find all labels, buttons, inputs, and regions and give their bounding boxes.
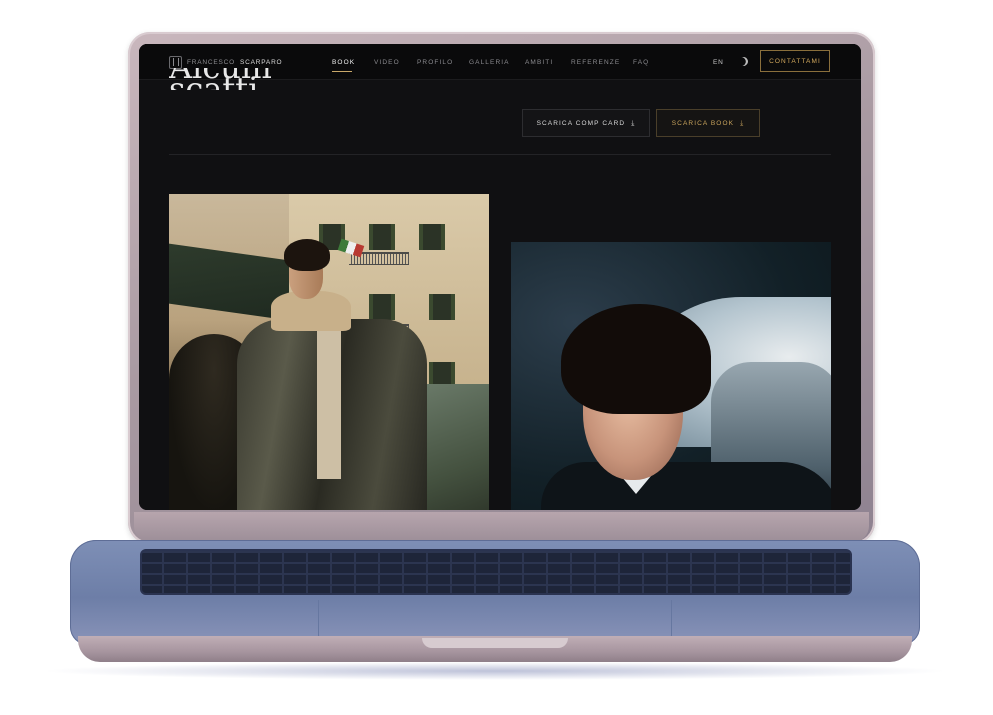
laptop-keyboard: [140, 549, 852, 595]
language-switch[interactable]: EN: [713, 59, 724, 66]
photo-portrait-suit: [541, 462, 831, 510]
photo-window: [429, 294, 455, 320]
nav-item-galleria[interactable]: GALLERIA: [469, 59, 510, 66]
website: FRANCESCO SCARPARO BOOK VIDEO PROFILO GA…: [139, 44, 861, 510]
photo-model-sweater: [317, 329, 341, 479]
section-divider: [169, 154, 831, 155]
laptop-base: [70, 540, 920, 667]
laptop-notch: [422, 638, 568, 648]
laptop-lid-bottom: [134, 512, 869, 542]
contact-button[interactable]: CONTATTAMI: [760, 50, 830, 72]
download-book-button[interactable]: SCARICA BOOK ⤓: [656, 109, 760, 137]
laptop-trackpad: [318, 600, 672, 641]
section-heading: Alcuni scatti: [169, 68, 272, 90]
nav-item-profilo[interactable]: PROFILO: [417, 59, 453, 66]
laptop-screen: FRANCESCO SCARPARO BOOK VIDEO PROFILO GA…: [139, 44, 861, 510]
nav-item-book[interactable]: BOOK: [332, 59, 355, 66]
photo-model: [237, 239, 427, 510]
photo-model-hair: [284, 239, 330, 271]
download-icon: ⤓: [740, 119, 745, 127]
download-comp-card-button[interactable]: SCARICA COMP CARD ⤓: [522, 109, 650, 137]
moon-icon[interactable]: [737, 55, 749, 67]
nav-item-faq[interactable]: FAQ: [633, 59, 649, 66]
nav-item-referenze[interactable]: REFERENZE: [571, 59, 620, 66]
logo-last-name: SCARPARO: [240, 59, 283, 66]
download-comp-card-label: SCARICA COMP CARD: [536, 119, 626, 127]
download-book-label: SCARICA BOOK: [671, 119, 735, 127]
download-icon: ⤓: [631, 119, 636, 127]
gallery-photo-portrait[interactable]: [511, 242, 831, 510]
photo-portrait-hair: [561, 304, 711, 414]
laptop-deck: [70, 540, 920, 645]
gallery-photo-street[interactable]: [169, 194, 489, 510]
nav-item-ambiti[interactable]: AMBITI: [525, 59, 553, 66]
logo-first-name: FRANCESCO: [187, 59, 236, 66]
nav-item-video[interactable]: VIDEO: [374, 59, 400, 66]
